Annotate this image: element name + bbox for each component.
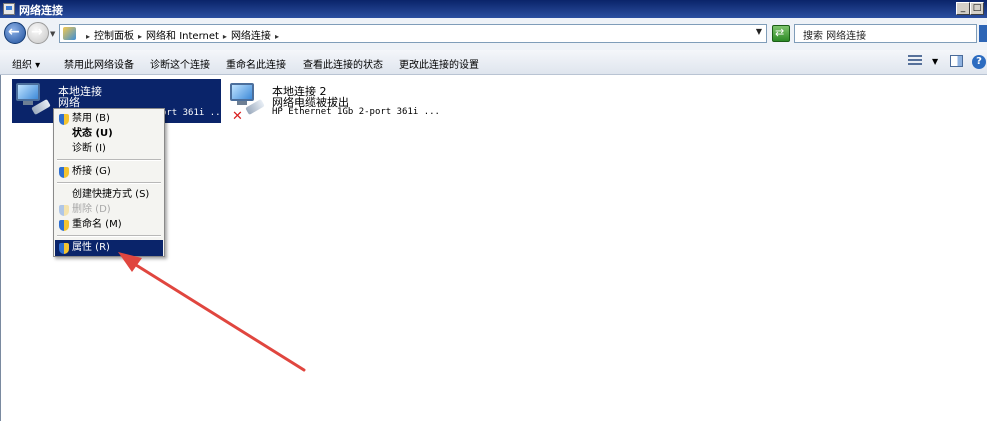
search-icon[interactable] <box>979 25 987 42</box>
minimize-button[interactable]: _ <box>956 2 970 15</box>
search-input[interactable]: 搜索 网络连接 <box>794 24 977 43</box>
menu-item-delete: 删除 (D) <box>55 202 163 218</box>
menu-separator <box>57 235 161 237</box>
menu-item-rename[interactable]: 重命名 (M) <box>55 217 163 233</box>
menu-item-diagnose[interactable]: 诊断 (I) <box>55 141 163 157</box>
command-toolbar: 组织 ▾ 禁用此网络设备 诊断这个连接 重命名此连接 查看此连接的状态 更改此连… <box>0 50 987 75</box>
address-box[interactable]: ▸ 控制面板 ▸ 网络和 Internet ▸ 网络连接 ▸ ▼ <box>59 24 767 43</box>
uac-shield-icon <box>59 114 69 125</box>
address-dropdown-icon[interactable]: ▼ <box>756 27 762 36</box>
rename-connection-button[interactable]: 重命名此连接 <box>226 56 286 71</box>
disconnected-x-icon: ✕ <box>232 109 243 124</box>
uac-shield-icon <box>59 167 69 178</box>
connection-device: HP Ethernet 1Gb 2-port 361i ... <box>272 107 440 117</box>
connection-item-local-2[interactable]: ✕ 本地连接 2 网络电缆被拔出 HP Ethernet 1Gb 2-port … <box>226 79 456 124</box>
context-menu: 禁用 (B) 状态 (U) 诊断 (I) 桥接 (G) 创建快捷方式 (S) 删… <box>53 108 165 257</box>
diagnose-connection-button[interactable]: 诊断这个连接 <box>150 56 210 71</box>
menu-item-create-shortcut[interactable]: 创建快捷方式 (S) <box>55 187 163 203</box>
view-status-button[interactable]: 查看此连接的状态 <box>303 56 383 71</box>
disable-device-button[interactable]: 禁用此网络设备 <box>64 56 134 71</box>
menu-item-status[interactable]: 状态 (U) <box>55 126 163 142</box>
change-view-icon[interactable] <box>908 55 922 67</box>
address-bar-area: ▼ ▸控制面板▸网络和 Internet▸网络连接▸ ▼ 搜索 网络连接 <box>0 18 987 51</box>
breadcrumb: ▸ 控制面板 ▸ 网络和 Internet ▸ 网络连接 ▸ <box>86 31 279 42</box>
network-adapter-icon <box>16 83 51 115</box>
organize-menu[interactable]: 组织 ▾ <box>12 56 40 71</box>
search-placeholder: 搜索 网络连接 <box>803 31 867 42</box>
menu-separator <box>57 182 161 184</box>
preview-pane-icon[interactable] <box>950 55 963 67</box>
forward-button[interactable] <box>27 22 49 44</box>
breadcrumb-control-panel[interactable]: 控制面板 <box>94 31 134 42</box>
title-bar: 网络连接 _ □ <box>0 0 987 18</box>
uac-shield-icon <box>59 220 69 231</box>
network-connections-icon <box>3 3 15 15</box>
uac-shield-icon <box>59 205 69 216</box>
maximize-button[interactable]: □ <box>970 2 984 15</box>
history-dropdown-icon[interactable]: ▼ <box>50 30 55 38</box>
menu-item-properties[interactable]: 属性 (R) <box>55 240 163 256</box>
change-settings-button[interactable]: 更改此连接的设置 <box>399 56 479 71</box>
refresh-button[interactable] <box>772 25 790 42</box>
breadcrumb-network-connections[interactable]: 网络连接 <box>231 31 271 42</box>
window-title: 网络连接 <box>19 4 63 17</box>
menu-separator <box>57 159 161 161</box>
network-adapter-disconnected-icon: ✕ <box>230 83 265 124</box>
menu-item-disable[interactable]: 禁用 (B) <box>55 111 163 127</box>
help-icon[interactable]: ? <box>972 55 986 69</box>
uac-shield-icon <box>59 243 69 254</box>
view-dropdown-icon[interactable]: ▼ <box>932 57 938 66</box>
breadcrumb-network-internet[interactable]: 网络和 Internet <box>146 31 219 42</box>
menu-item-bridge[interactable]: 桥接 (G) <box>55 164 163 180</box>
control-panel-icon <box>63 27 76 40</box>
back-button[interactable] <box>4 22 26 44</box>
